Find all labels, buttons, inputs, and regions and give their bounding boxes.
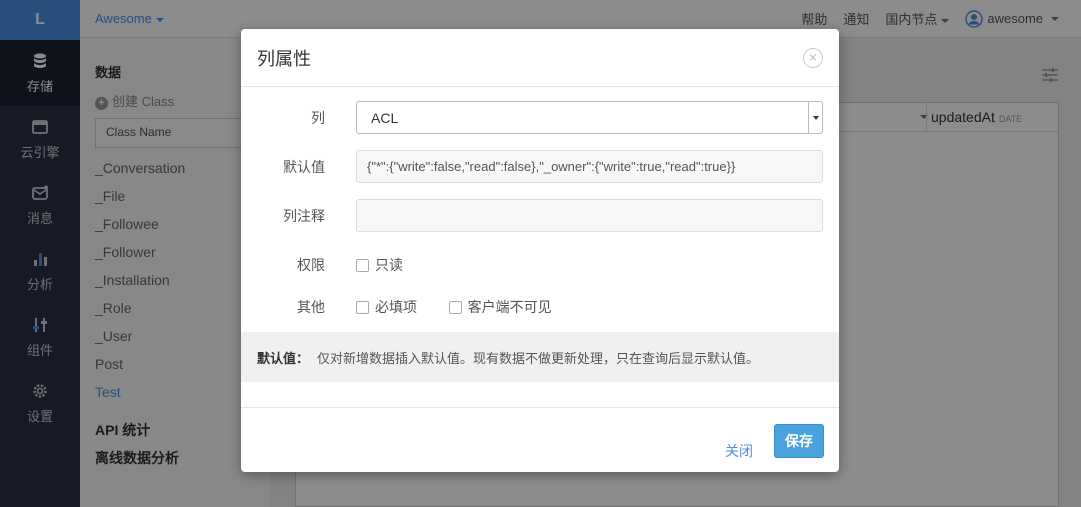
default-row: 默认值 {"*":{"write":false,"read":false},"_… <box>241 150 839 183</box>
column-select[interactable]: ACL <box>356 101 823 134</box>
column-label: 列 <box>311 109 325 126</box>
checkbox-box[interactable] <box>356 300 369 314</box>
permission-row: 权限 只读 <box>241 255 839 275</box>
required-label: 必填项 <box>375 299 417 315</box>
column-row: 列 ACL <box>241 101 839 134</box>
required-checkbox[interactable]: 必填项 <box>356 297 417 317</box>
client-invisible-checkbox[interactable]: 客户端不可见 <box>448 297 552 317</box>
modal-header: 列属性 × <box>241 29 839 87</box>
permission-label: 权限 <box>297 257 325 273</box>
client-invisible-label: 客户端不可见 <box>467 299 552 315</box>
comment-input[interactable] <box>356 199 823 232</box>
readonly-label: 只读 <box>375 257 403 273</box>
default-value-help: 默认值： 仅对新增数据插入默认值。现有数据不做更新处理，只在查询后显示默认值。 <box>241 332 839 382</box>
other-field: 必填项 客户端不可见 <box>356 297 580 317</box>
comment-row: 列注释 <box>241 199 839 232</box>
column-properties-modal: 列属性 × 列 ACL 默认值 {"*":{"write":false,"rea… <box>241 29 839 472</box>
readonly-checkbox[interactable]: 只读 <box>356 255 403 275</box>
other-label: 其他 <box>297 299 325 315</box>
column-select-value: ACL <box>371 109 399 126</box>
comment-label: 列注释 <box>283 207 325 224</box>
checkbox-box[interactable] <box>356 258 369 272</box>
column-field: ACL <box>356 101 823 134</box>
chevron-down-icon <box>808 102 822 133</box>
close-icon[interactable]: × <box>803 47 823 68</box>
default-label: 默认值 <box>283 158 325 175</box>
comment-field <box>356 199 823 232</box>
modal-title: 列属性 <box>257 48 311 69</box>
close-button[interactable]: 关闭 <box>725 441 753 461</box>
help-text: 仅对新增数据插入默认值。现有数据不做更新处理，只在查询后显示默认值。 <box>317 350 760 366</box>
default-field: {"*":{"write":false,"read":false},"_owne… <box>356 150 823 183</box>
save-button[interactable]: 保存 <box>774 424 824 458</box>
checkbox-box[interactable] <box>448 300 462 314</box>
permission-field: 只读 <box>356 255 431 275</box>
default-value-input[interactable]: {"*":{"write":false,"read":false},"_owne… <box>356 150 823 183</box>
modal-footer: 关闭 保存 <box>241 407 839 472</box>
other-row: 其他 必填项 客户端不可见 <box>241 297 839 317</box>
help-title: 默认值： <box>257 350 310 366</box>
